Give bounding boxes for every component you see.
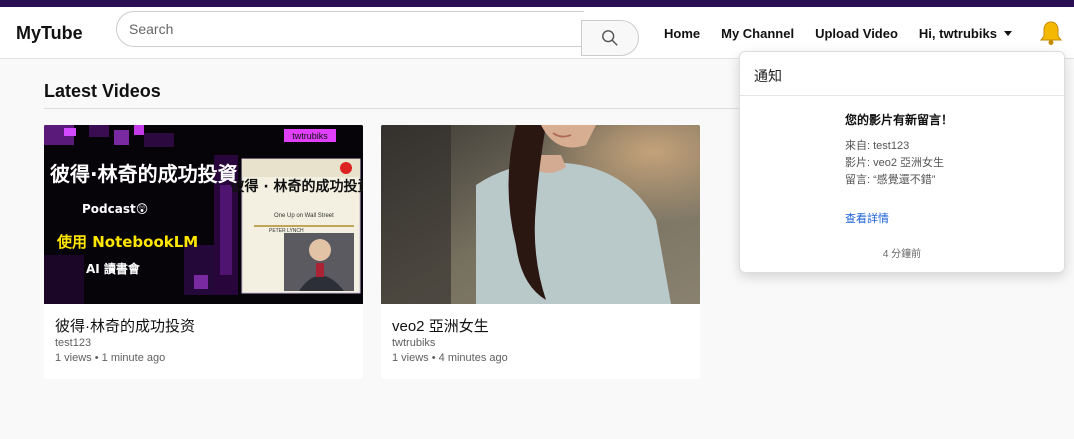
user-greeting: Hi, twtrubiks bbox=[918, 26, 997, 41]
search-icon bbox=[602, 30, 618, 46]
notification-title: 您的影片有新留言！ bbox=[845, 113, 954, 127]
thumb-line4: AI 讀書會 bbox=[86, 261, 141, 276]
video-author[interactable]: twtrubiks bbox=[392, 337, 435, 349]
user-menu[interactable]: Hi, twtrubiks bbox=[919, 26, 1012, 41]
book-title: 彼得 · 林奇的成功投資 bbox=[230, 178, 363, 195]
bell-icon[interactable] bbox=[1038, 20, 1064, 46]
video-author[interactable]: test123 bbox=[55, 337, 91, 349]
section-title: Latest Videos bbox=[44, 81, 161, 101]
video-meta: 1 views • 4 minutes ago bbox=[392, 352, 508, 364]
notification-header: 通知 bbox=[740, 52, 1064, 96]
notification-header-label: 通知 bbox=[754, 68, 782, 84]
nav-my-channel[interactable]: My Channel bbox=[721, 26, 794, 41]
nav-home[interactable]: Home bbox=[664, 26, 700, 41]
thumb-line3: 使用 NotebookLM bbox=[56, 233, 198, 251]
search-button[interactable] bbox=[581, 20, 639, 56]
notification-video: 影片: veo2 亞洲女生 bbox=[845, 157, 945, 169]
video-thumbnail[interactable]: twtrubiks 彼得 · 林奇的成功投資 One Up on Wall St… bbox=[44, 125, 363, 304]
view-details-link[interactable]: 查看詳情 bbox=[845, 210, 889, 226]
notification-comment: 留言: “感覺還不錯” bbox=[845, 174, 936, 186]
book-subtitle: One Up on Wall Street bbox=[274, 213, 334, 219]
video-card[interactable]: veo2 亞洲女生 twtrubiks 1 views • 4 minutes … bbox=[381, 125, 700, 379]
nav-links: Home My Channel Upload Video Hi, twtrubi… bbox=[664, 26, 1033, 41]
notification-dropdown: 通知 您的影片有新留言！ 來自: test123 影片: veo2 亞洲女生 留… bbox=[739, 51, 1065, 273]
thumb-line2: Podcast😲 bbox=[82, 202, 148, 216]
video-title[interactable]: veo2 亞洲女生 bbox=[392, 315, 489, 336]
video-title[interactable]: 彼得·林奇的成功投资 bbox=[55, 315, 195, 336]
thumb-line1: 彼得·林奇的成功投資 bbox=[50, 162, 238, 186]
video-card[interactable]: twtrubiks 彼得 · 林奇的成功投資 One Up on Wall St… bbox=[44, 125, 363, 379]
nav-upload-video[interactable]: Upload Video bbox=[815, 26, 898, 41]
notification-time: 4 分鐘前 bbox=[882, 249, 922, 260]
section-divider bbox=[44, 108, 744, 109]
notification-from: 來自: test123 bbox=[845, 140, 910, 152]
brand-logo[interactable]: MyTube bbox=[16, 23, 83, 44]
thumb-badge: twtrubiks bbox=[292, 131, 328, 141]
chevron-down-icon bbox=[1003, 31, 1012, 36]
video-meta: 1 views • 1 minute ago bbox=[55, 352, 166, 364]
video-thumbnail[interactable] bbox=[381, 125, 700, 304]
thumbnail-art: twtrubiks 彼得 · 林奇的成功投資 One Up on Wall St… bbox=[44, 125, 363, 304]
search-input[interactable] bbox=[116, 11, 584, 47]
top-accent-bar bbox=[0, 0, 1074, 7]
thumbnail-photo bbox=[381, 125, 700, 304]
search-bar bbox=[116, 11, 639, 56]
